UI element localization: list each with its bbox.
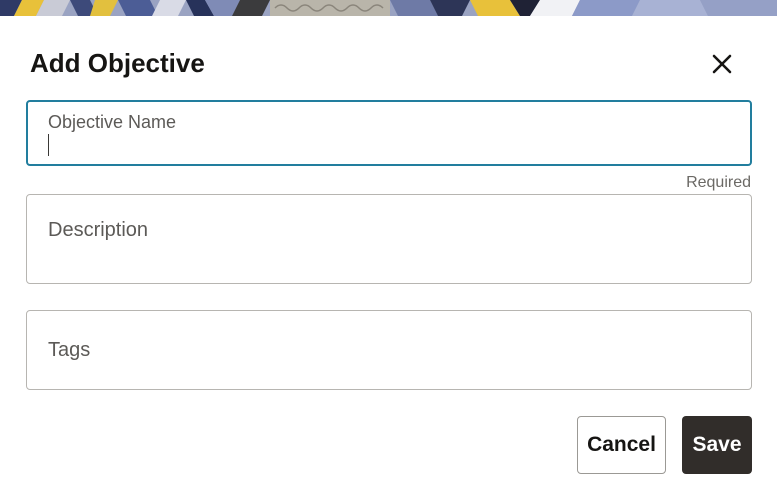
description-field[interactable]: Description <box>26 194 752 284</box>
background-pattern <box>0 0 777 16</box>
cancel-button[interactable]: Cancel <box>577 416 666 474</box>
objective-name-label: Objective Name <box>48 112 177 132</box>
close-icon <box>712 54 732 74</box>
required-helper-text: Required <box>686 174 751 191</box>
tags-label: Tags <box>48 339 91 361</box>
objective-name-field[interactable]: Objective Name <box>26 100 752 166</box>
page: Add Objective Objective Name Required De… <box>0 0 777 499</box>
description-label: Description <box>48 219 149 241</box>
close-button[interactable] <box>704 49 740 79</box>
tags-field[interactable]: Tags <box>26 310 752 390</box>
dialog-title: Add Objective <box>30 48 205 78</box>
text-caret <box>48 134 49 156</box>
save-button[interactable]: Save <box>682 416 752 474</box>
add-objective-dialog: Add Objective Objective Name Required De… <box>0 16 777 499</box>
